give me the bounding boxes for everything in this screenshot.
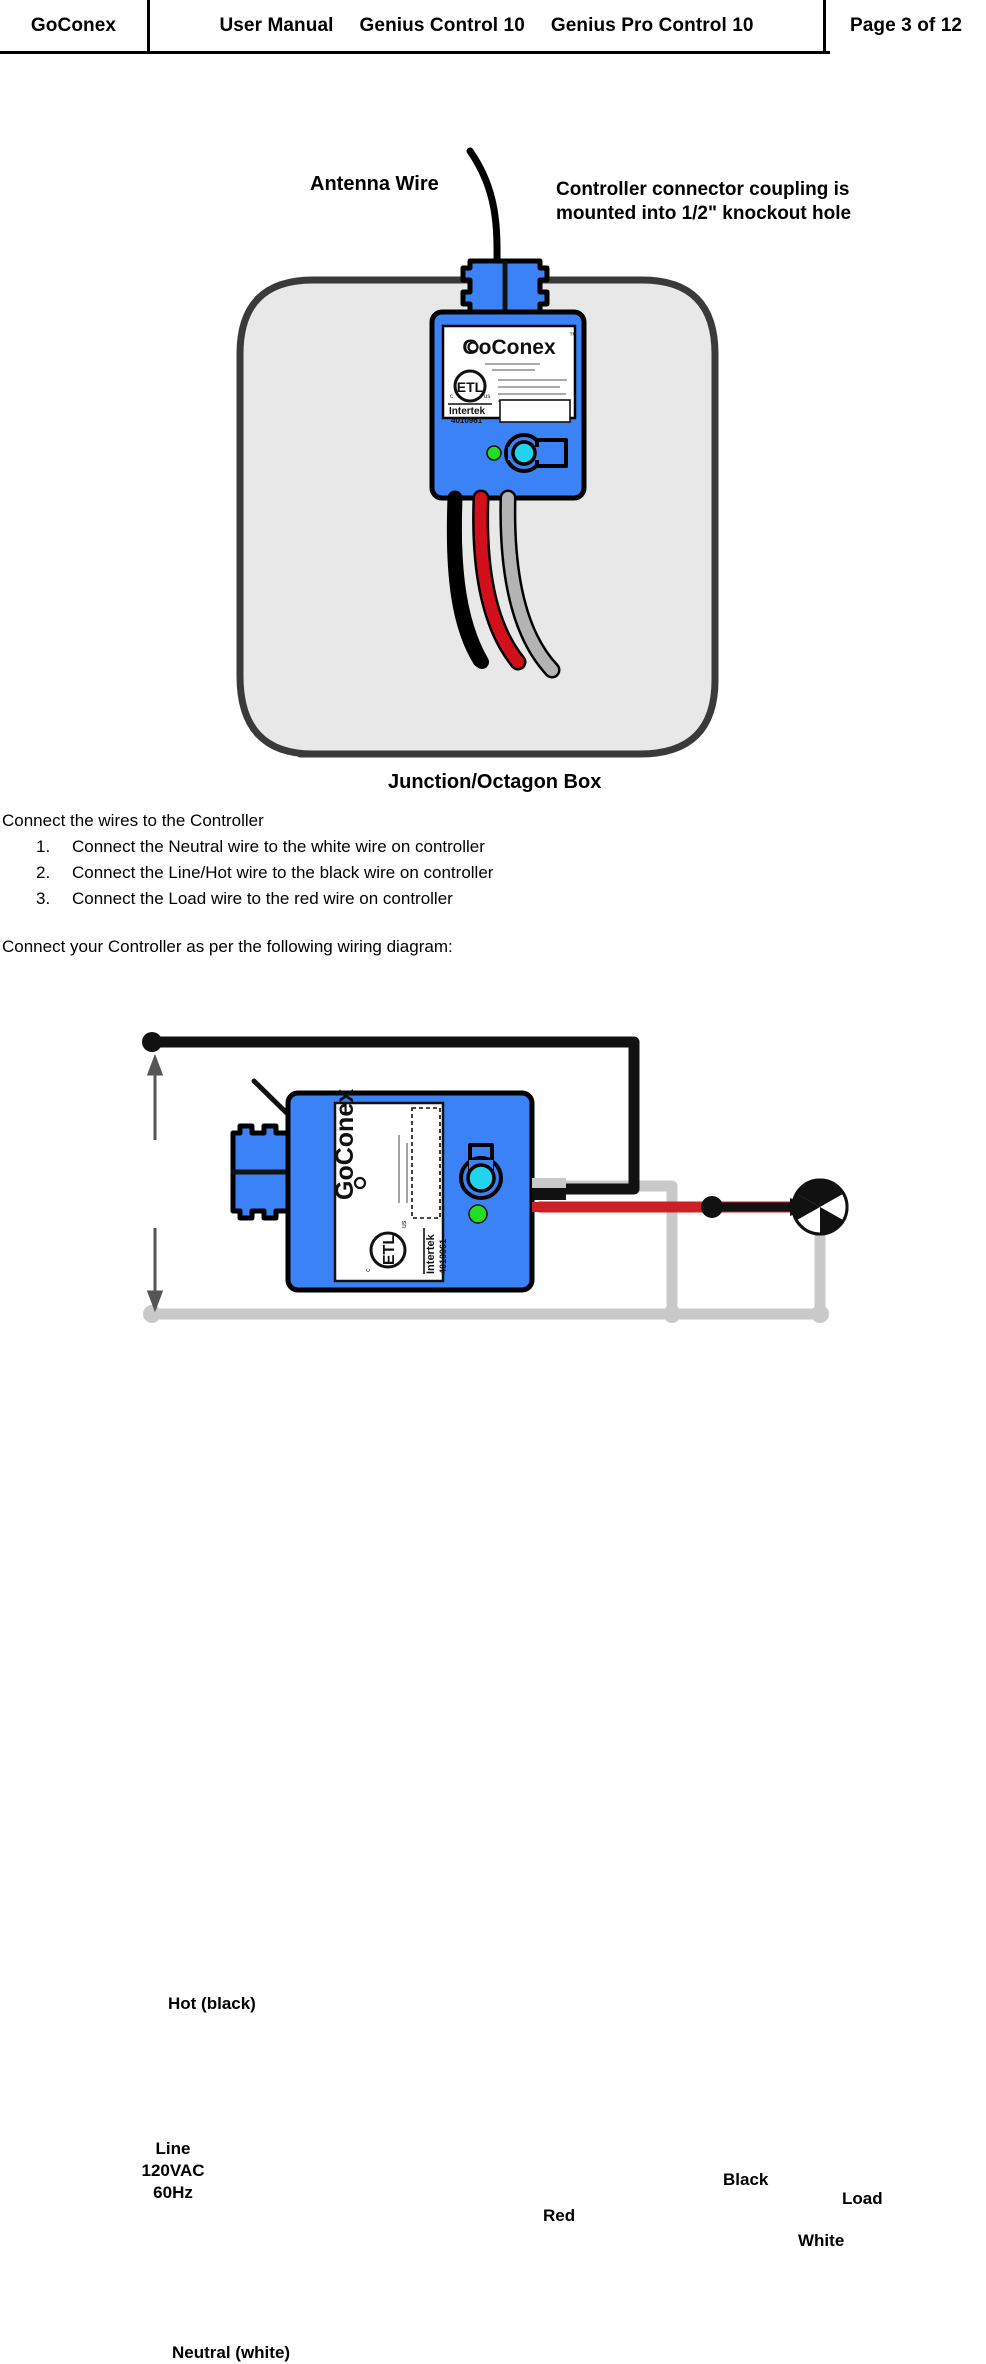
list-item-text: Connect the Load wire to the red wire on… [72, 889, 453, 908]
connector-coupling [460, 258, 550, 319]
svg-text:c: c [365, 1268, 372, 1272]
antenna-wire [466, 147, 501, 280]
neutral-junction-dot [663, 1305, 681, 1323]
list-item-text: Connect the Neutral wire to the white wi… [72, 837, 485, 856]
header-product-1: Genius Control 10 [359, 14, 525, 36]
list-item-text: Connect the Line/Hot wire to the black w… [72, 863, 494, 882]
instructions-list: 1. Connect the Neutral wire to the white… [0, 838, 986, 907]
instructions-outro: Connect your Controller as per the follo… [2, 937, 453, 956]
header-doc-type: User Manual [219, 14, 334, 36]
line-voltage-label: Line 120VAC 60Hz [141, 2139, 205, 2202]
figure-wiring-diagram: GoConex ETL c us Intertek 4010961 Hot (b… [0, 990, 986, 2362]
header-brand: GoConex [0, 0, 150, 51]
load-symbol-icon [791, 1178, 849, 1236]
cert-number-text-rotated: 4010961 [438, 1239, 448, 1274]
status-led-indicator-rotated [468, 1204, 488, 1224]
status-led-indicator [486, 445, 502, 461]
svg-text:™: ™ [569, 331, 577, 340]
list-item: 2. Connect the Line/Hot wire to the blac… [0, 864, 986, 881]
instructions-block: Connect the wires to the Controller 1. C… [0, 812, 986, 964]
page-header: GoConex User Manual Genius Control 10 Ge… [0, 0, 986, 54]
list-item-number: 3. [36, 889, 51, 908]
line-voltage-arrow [146, 1053, 164, 1313]
neutral-terminal-dot [143, 1305, 161, 1323]
red-wire-label: Red [543, 2206, 576, 2225]
instructions-intro: Connect the wires to the Controller [2, 811, 264, 830]
svg-text:ETL: ETL [457, 379, 484, 395]
black-wire-label: Black [723, 2170, 769, 2189]
header-title-group: User Manual Genius Control 10 Genius Pro… [150, 0, 826, 51]
cert-number-text: 4010961 [451, 416, 483, 425]
white-wire-label: White [798, 2231, 845, 2250]
svg-text:c: c [450, 394, 453, 400]
svg-text:us: us [401, 1220, 408, 1228]
controller-device-wiring: GoConex ETL c us Intertek 4010961 [230, 1078, 566, 1293]
header-page-number: Page 3 of 12 [849, 14, 963, 36]
header-product-2: Genius Pro Control 10 [550, 14, 754, 36]
svg-text:ETL: ETL [381, 1235, 398, 1265]
list-item-number: 1. [36, 837, 51, 856]
hot-wire-label: Hot (black) [168, 1994, 256, 2013]
list-item: 1. Connect the Neutral wire to the white… [0, 838, 986, 855]
figure-installation: GoConex ™ ETL c us Intertek 4010961 Ante… [0, 54, 986, 814]
junction-box-label: Junction/Octagon Box [388, 771, 602, 793]
load-junction-dot [701, 1196, 723, 1218]
list-item: 3. Connect the Load wire to the red wire… [0, 890, 986, 907]
cert-body-text-rotated: Intertek [425, 1233, 437, 1274]
hot-terminal-dot [142, 1032, 162, 1052]
neutral-wire-label: Neutral (white) [172, 2343, 291, 2362]
controller-device: GoConex ™ ETL c us Intertek 4010961 [429, 309, 587, 501]
svg-text:us: us [484, 394, 490, 400]
power-button-icon-rotated [466, 1163, 496, 1193]
list-item-number: 2. [36, 863, 51, 882]
antenna-wire-label: Antenna Wire [310, 173, 439, 195]
neutral-load-dot [811, 1305, 829, 1323]
load-label: Load [842, 2189, 883, 2208]
coupling-note-label: Controller connector coupling is mounted… [556, 179, 852, 225]
